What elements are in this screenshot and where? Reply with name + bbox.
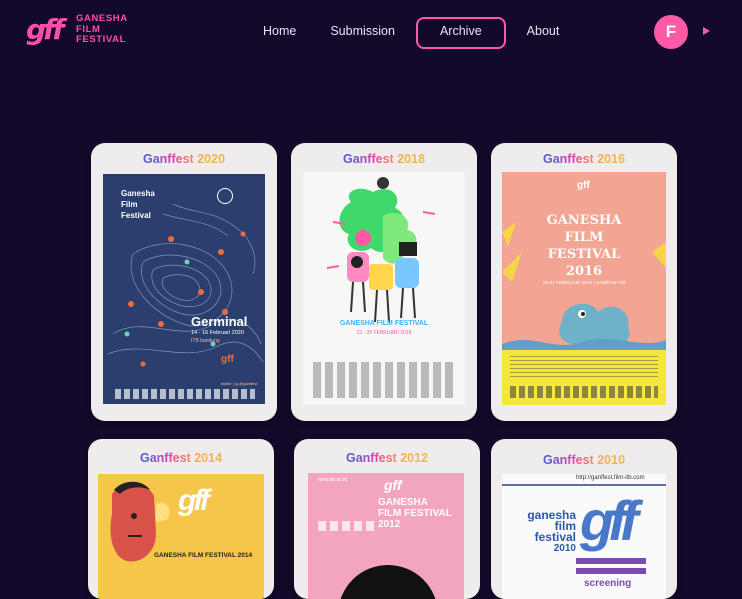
sponsor-strip: [115, 389, 255, 399]
user-avatar[interactable]: F: [654, 15, 688, 49]
gff-logo-icon: gff: [384, 477, 402, 493]
poster-2010: http://ganffest.film-itb.com ganesha fil…: [502, 474, 666, 599]
purple-band: [576, 568, 646, 574]
archive-card-2014[interactable]: Ganffest 2014 gff GANESHA FILM FESTIVAL …: [88, 439, 274, 599]
poster-venue: ITB bandung: [191, 338, 220, 344]
sponsor-strip: [313, 362, 455, 398]
nav-submission[interactable]: Submission: [317, 17, 408, 45]
poster-2020: Ganesha Film Festival Germinal 14 - 16 F…: [103, 174, 265, 404]
gff-logo-icon: gff: [178, 484, 210, 517]
poster-2018: GANESHA FILM FESTIVAL 23 - 25 FEBRUARI 2…: [303, 172, 465, 405]
poster-url: http://ganffest.film-itb.com: [576, 475, 645, 481]
purple-band: [576, 558, 646, 564]
poster-title: Germinal: [191, 314, 248, 329]
nav-about[interactable]: About: [514, 17, 573, 45]
card-title: Ganffest 2010: [542, 453, 626, 467]
poster-footer: screening: [584, 578, 632, 589]
archive-card-2012[interactable]: Ganffest 2012 www.itb.ac.id gff GANESHA …: [294, 439, 480, 599]
poster-info-band: [502, 350, 666, 405]
card-title: Ganffest 2012: [345, 451, 429, 465]
archive-card-2020[interactable]: Ganffest 2020 Ganesha Film Festival Germ…: [91, 143, 277, 421]
partner-logos: [318, 521, 374, 531]
poster-title: GANESHA FILM FESTIVAL: [339, 320, 429, 327]
contour-map-illustration: [107, 203, 264, 367]
archive-card-2010[interactable]: Ganffest 2010 http://ganffest.film-itb.c…: [491, 439, 677, 599]
archive-card-2018[interactable]: Ganffest 2018 GANESHA FILM FESTIVAL 23 -…: [291, 143, 477, 421]
poster-dates: 23 - 25 FEBRUARI 2018: [356, 330, 412, 336]
card-title: Ganffest 2016: [542, 152, 626, 166]
card-title: Ganffest 2020: [142, 152, 226, 166]
logo-line: FESTIVAL: [76, 34, 127, 46]
archive-card-2016[interactable]: Ganffest 2016 gff GANESHA FILM FESTIVAL …: [491, 143, 677, 421]
gff-logo-mark: gff: [26, 13, 64, 46]
nav-home[interactable]: Home: [250, 17, 309, 45]
poster-2016: gff GANESHA FILM FESTIVAL 2016 19-21 FEB…: [502, 172, 666, 405]
poster-title: GANESHA FILM FESTIVAL 2014: [154, 552, 253, 559]
card-title: Ganffest 2014: [139, 451, 223, 465]
poster-2014: gff GANESHA FILM FESTIVAL 2014: [98, 474, 264, 599]
nav-archive[interactable]: Archive: [415, 17, 506, 49]
poster-dates: 14 - 16 Februari 2020: [191, 330, 244, 336]
poster-heading-line: festival: [534, 530, 576, 544]
triangle-right-icon[interactable]: [703, 27, 710, 35]
gff-logo-icon: gff: [580, 489, 638, 552]
poster-heading-line: GANESHA: [378, 497, 429, 508]
hat-illustration: [338, 565, 438, 599]
top-navigation-bar: gff GANESHA FILM FESTIVAL Home Submissio…: [0, 0, 742, 62]
poster-subtext: www.itb.ac.id: [318, 477, 348, 483]
main-nav: Home Submission Archive About: [250, 17, 580, 49]
poster-2012: www.itb.ac.id gff GANESHA FILM FESTIVAL …: [308, 473, 464, 599]
poster-contact: twitter | ig @ganffest: [221, 381, 258, 386]
gff-logo-icon: gff: [221, 354, 234, 365]
poster-heading-line: 2010: [553, 543, 576, 554]
poster-heading-line: FILM FESTIVAL: [378, 508, 452, 519]
card-title: Ganffest 2018: [342, 152, 426, 166]
poster-heading-line: 2012: [378, 519, 401, 530]
ganesha-film-festival-logo[interactable]: gff GANESHA FILM FESTIVAL: [26, 14, 128, 46]
logo-wordmark: GANESHA FILM FESTIVAL: [76, 14, 128, 46]
